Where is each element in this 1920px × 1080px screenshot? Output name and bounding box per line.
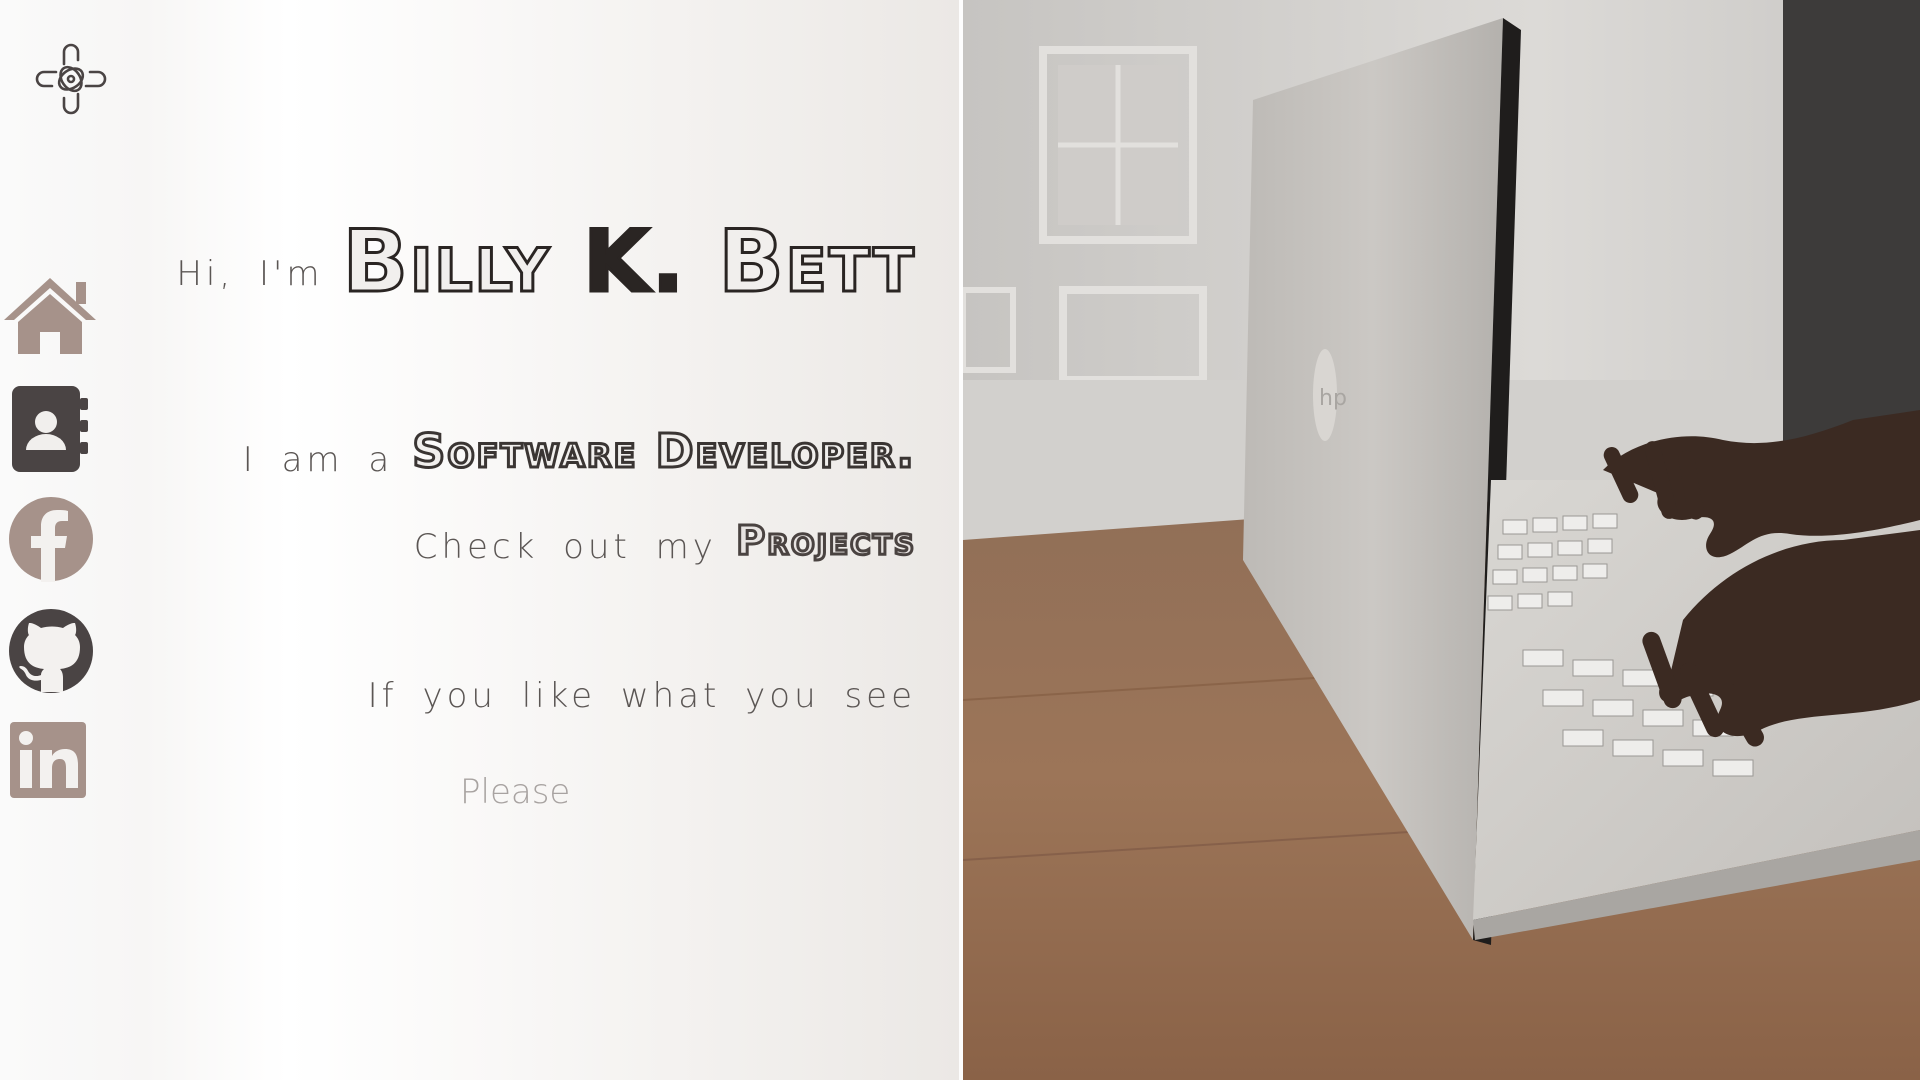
- sidebar-item-github[interactable]: [0, 608, 100, 698]
- facebook-icon: [9, 497, 93, 582]
- sidebar-item-linkedin[interactable]: [0, 720, 100, 810]
- sidebar-item-facebook[interactable]: [0, 496, 100, 586]
- house-icon: [4, 278, 96, 354]
- hero-role-line: I am a Software Developer.: [242, 423, 916, 481]
- github-icon: [9, 609, 93, 693]
- hero-name-line: Hi, I'm Billy K. Bett: [176, 211, 916, 314]
- sidebar-item-contact[interactable]: [0, 384, 100, 474]
- please-text: Please: [460, 772, 571, 812]
- hero-projects-line: Check out my Projects: [413, 517, 916, 568]
- hero-like-line: If you like what you see: [368, 676, 916, 716]
- linkedin-icon: [10, 722, 86, 798]
- knot-logo-icon[interactable]: [28, 36, 114, 122]
- name-last: Bett: [717, 211, 916, 314]
- role-title: Software Developer.: [411, 423, 916, 480]
- projects-link[interactable]: Projects: [734, 517, 916, 566]
- name-first: Billy: [341, 211, 551, 314]
- sidebar-item-home[interactable]: [0, 272, 100, 362]
- contact-book-icon: [12, 386, 88, 472]
- role-prefix-text: I am a: [242, 440, 394, 480]
- like-text: If you like what you see: [367, 676, 916, 716]
- greeting-text: Hi, I'm: [176, 254, 324, 294]
- laptop-photo: hp: [963, 0, 1920, 1080]
- name-title: Billy K. Bett: [341, 211, 916, 314]
- name-initial: K.: [581, 211, 687, 314]
- projects-prefix-text: Check out my: [413, 527, 717, 567]
- svg-text:hp: hp: [1319, 386, 1347, 411]
